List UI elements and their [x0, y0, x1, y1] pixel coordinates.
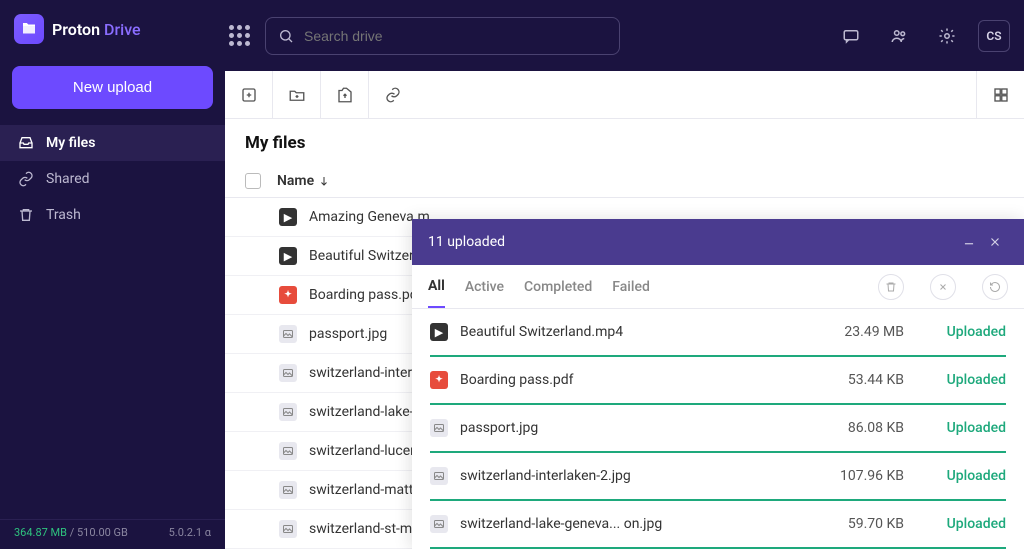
apps-grid-icon[interactable]	[229, 25, 251, 47]
clear-all-button[interactable]	[878, 274, 904, 300]
file-name: Boarding pass.pdf	[309, 287, 423, 303]
image-file-icon	[279, 325, 297, 343]
retry-all-button[interactable]	[982, 274, 1008, 300]
upload-status: Uploaded	[916, 324, 1006, 340]
upload-file-name: passport.jpg	[460, 420, 782, 436]
upload-file-name: Boarding pass.pdf	[460, 372, 782, 388]
users-icon[interactable]	[882, 19, 916, 53]
search-icon	[278, 28, 294, 44]
upload-panel-title: 11 uploaded	[428, 234, 505, 250]
main-content: My files Name ▶Amazing Geneva.m▶Beautifu…	[225, 71, 1024, 549]
file-name: passport.jpg	[309, 326, 387, 342]
nav-shared[interactable]: Shared	[0, 161, 225, 197]
image-file-icon	[279, 442, 297, 460]
upload-file-size: 86.08 KB	[794, 420, 904, 436]
image-file-icon	[279, 520, 297, 538]
upload-file-size: 53.44 KB	[794, 372, 904, 388]
link-icon	[18, 171, 34, 187]
search-input[interactable]	[304, 28, 607, 44]
video-file-icon: ▶	[279, 247, 297, 265]
image-file-icon	[279, 403, 297, 421]
upload-panel: 11 uploaded All Active Completed Failed …	[412, 219, 1024, 549]
upload-folder-button[interactable]	[321, 71, 369, 119]
video-file-icon: ▶	[279, 208, 297, 226]
upload-status: Uploaded	[916, 420, 1006, 436]
file-name: switzerland-interla	[309, 365, 423, 381]
toolbar	[225, 71, 1024, 119]
column-name-header[interactable]: Name	[277, 173, 330, 189]
file-name: Beautiful Switzerla	[309, 248, 425, 264]
search-input-wrapper[interactable]	[265, 17, 620, 55]
file-name: switzerland-lake-g	[309, 404, 421, 420]
logo[interactable]: Proton Drive	[0, 0, 225, 58]
upload-file-size: 107.96 KB	[794, 468, 904, 484]
upload-panel-header: 11 uploaded	[412, 219, 1024, 265]
upload-row: ▶ Beautiful Switzerland.mp4 23.49 MB Upload…	[412, 309, 1024, 357]
nav-trash[interactable]: Trash	[0, 197, 225, 233]
image-file-icon	[430, 467, 448, 485]
upload-status: Uploaded	[916, 468, 1006, 484]
tab-active[interactable]: Active	[465, 267, 504, 307]
app-version: 5.0.2.1 α	[169, 526, 211, 539]
share-link-button[interactable]	[369, 71, 417, 119]
upload-panel-list: ▶ Beautiful Switzerland.mp4 23.49 MB Upload…	[412, 309, 1024, 549]
file-list-header: Name	[225, 165, 1024, 198]
nav-label: Shared	[46, 171, 90, 187]
upload-file-button[interactable]	[225, 71, 273, 119]
sidebar: Proton Drive New upload My files Shared …	[0, 0, 225, 549]
nav-my-files[interactable]: My files	[0, 125, 225, 161]
pdf-file-icon: ✦	[430, 371, 448, 389]
upload-status: Uploaded	[916, 372, 1006, 388]
upload-row: ✦ Boarding pass.pdf 53.44 KB Uploaded	[412, 357, 1024, 405]
logo-icon	[14, 14, 44, 44]
user-avatar[interactable]: CS	[978, 20, 1010, 52]
new-folder-button[interactable]	[273, 71, 321, 119]
trash-icon	[18, 207, 34, 223]
sidebar-footer: 364.87 MB / 510.00 GB 5.0.2.1 α	[0, 519, 225, 549]
image-file-icon	[430, 515, 448, 533]
image-file-icon	[279, 481, 297, 499]
cancel-all-button[interactable]	[930, 274, 956, 300]
storage-usage: 364.87 MB / 510.00 GB	[14, 526, 128, 539]
video-file-icon: ▶	[430, 323, 448, 341]
upload-file-size: 23.49 MB	[794, 324, 904, 340]
tab-failed[interactable]: Failed	[612, 267, 650, 307]
upload-row: switzerland-interlaken-2.jpg 107.96 KB Upl…	[412, 453, 1024, 501]
new-upload-button[interactable]: New upload	[12, 66, 213, 109]
upload-file-size: 59.70 KB	[794, 516, 904, 532]
page-title: My files	[225, 119, 1024, 165]
minimize-panel-button[interactable]	[956, 229, 982, 255]
upload-file-name: switzerland-interlaken-2.jpg	[460, 468, 782, 484]
sidebar-nav: My files Shared Trash	[0, 125, 225, 233]
nav-label: Trash	[46, 207, 81, 223]
upload-file-name: switzerland-lake-geneva... on.jpg	[460, 516, 782, 532]
inbox-icon	[18, 135, 34, 151]
sort-arrow-down-icon	[318, 175, 330, 187]
view-grid-button[interactable]	[976, 71, 1024, 119]
file-name: switzerland-lucern	[309, 443, 423, 459]
upload-status: Uploaded	[916, 516, 1006, 532]
topbar: CS	[225, 0, 1024, 71]
image-file-icon	[430, 419, 448, 437]
select-all-checkbox[interactable]	[245, 173, 261, 189]
tab-completed[interactable]: Completed	[524, 267, 592, 307]
image-file-icon	[279, 364, 297, 382]
tab-all[interactable]: All	[428, 266, 445, 308]
upload-row: passport.jpg 86.08 KB Uploaded	[412, 405, 1024, 453]
upload-panel-tabs: All Active Completed Failed	[412, 265, 1024, 309]
close-panel-button[interactable]	[982, 229, 1008, 255]
nav-label: My files	[46, 135, 95, 151]
upload-row: switzerland-lake-geneva... on.jpg 59.70 K…	[412, 501, 1024, 549]
logo-text: Proton Drive	[52, 20, 141, 39]
settings-icon[interactable]	[930, 19, 964, 53]
file-name: switzerland-st-mo	[309, 521, 420, 537]
chat-icon[interactable]	[834, 19, 868, 53]
file-name: switzerland-matte	[309, 482, 421, 498]
pdf-file-icon: ✦	[279, 286, 297, 304]
upload-file-name: Beautiful Switzerland.mp4	[460, 324, 782, 340]
